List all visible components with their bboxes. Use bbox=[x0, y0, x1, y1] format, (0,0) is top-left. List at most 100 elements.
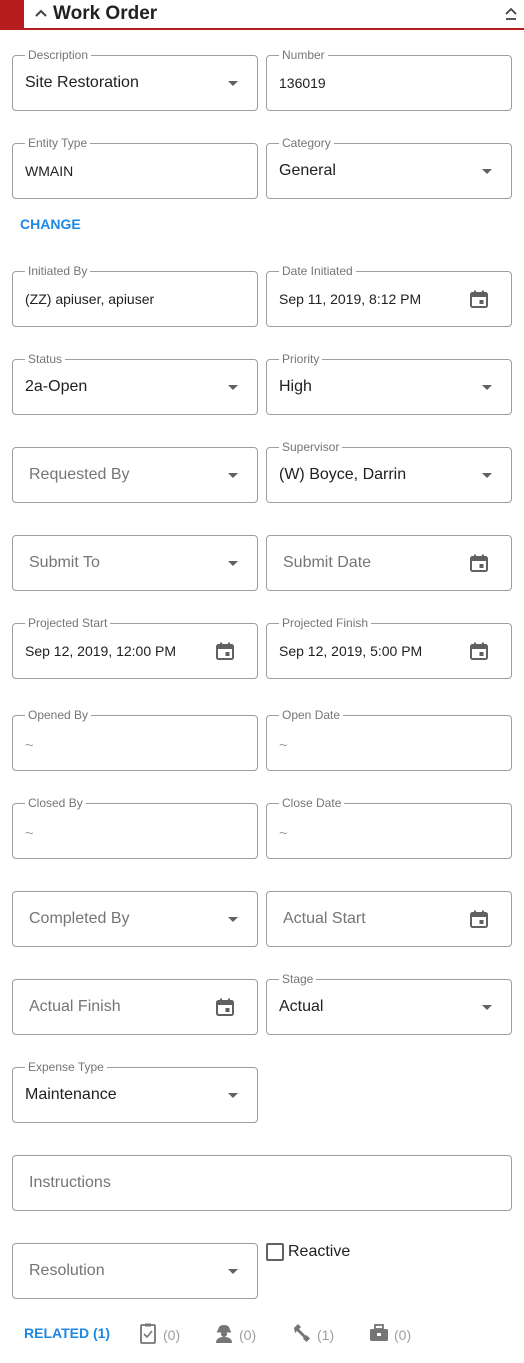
stage-value: Actual bbox=[279, 998, 324, 1015]
expense-type-label: Expense Type bbox=[25, 1060, 107, 1074]
header-accent bbox=[0, 0, 24, 28]
initiated-by-field[interactable]: Initiated By (ZZ) apiuser, apiuser bbox=[12, 264, 258, 327]
calendar-icon[interactable] bbox=[469, 289, 489, 309]
opened-by-value: ~ bbox=[25, 737, 34, 754]
expense-type-value: Maintenance bbox=[25, 1086, 117, 1103]
entity-type-label: Entity Type bbox=[25, 136, 91, 150]
number-label: Number bbox=[279, 48, 328, 62]
wrench-icon bbox=[294, 1324, 311, 1343]
toolbox-icon bbox=[370, 1324, 388, 1341]
initiated-by-label: Initiated By bbox=[25, 264, 91, 278]
close-date-value: ~ bbox=[279, 825, 288, 842]
materials-count: (0) bbox=[394, 1327, 412, 1343]
equipment-count: (1) bbox=[317, 1327, 335, 1343]
close-date-label: Close Date bbox=[279, 796, 345, 810]
arrow-drop-down-icon bbox=[482, 385, 492, 390]
closed-by-field: Closed By ~ bbox=[12, 796, 258, 859]
actual-finish-placeholder: Actual Finish bbox=[29, 998, 121, 1015]
change-button[interactable]: CHANGE bbox=[20, 216, 81, 232]
actual-start-field[interactable]: Actual Start bbox=[266, 891, 512, 947]
instructions-placeholder: Instructions bbox=[29, 1174, 111, 1191]
category-label: Category bbox=[279, 136, 334, 150]
labor-count: (0) bbox=[239, 1327, 257, 1343]
expense-type-select[interactable]: Expense Type Maintenance bbox=[12, 1060, 258, 1123]
closed-by-label: Closed By bbox=[25, 796, 86, 810]
calendar-icon[interactable] bbox=[469, 641, 489, 661]
open-date-field: Open Date ~ bbox=[266, 708, 512, 771]
arrow-drop-down-icon bbox=[228, 385, 238, 390]
opened-by-field: Opened By ~ bbox=[12, 708, 258, 771]
close-date-field: Close Date ~ bbox=[266, 796, 512, 859]
requested-by-select[interactable]: Requested By bbox=[12, 447, 258, 503]
calendar-icon[interactable] bbox=[215, 997, 235, 1017]
submit-to-placeholder: Submit To bbox=[29, 554, 100, 571]
related-button[interactable]: RELATED (1) bbox=[24, 1325, 110, 1341]
supervisor-label: Supervisor bbox=[279, 440, 343, 454]
date-initiated-value: Sep 11, 2019, 8:12 PM bbox=[279, 291, 422, 307]
panel-header: Work Order bbox=[0, 0, 524, 30]
clipboard-icon bbox=[140, 1323, 156, 1344]
completed-by-select[interactable]: Completed By bbox=[12, 891, 258, 947]
description-select[interactable]: Description Site Restoration bbox=[12, 48, 258, 111]
date-initiated-label: Date Initiated bbox=[279, 264, 356, 278]
stage-label: Stage bbox=[279, 972, 317, 986]
priority-select[interactable]: Priority High bbox=[266, 352, 512, 415]
requested-by-placeholder: Requested By bbox=[29, 466, 130, 483]
related-footer: RELATED (1) (0) (0) (1) (0) bbox=[0, 1318, 524, 1350]
arrow-drop-down-icon bbox=[228, 1269, 238, 1274]
date-initiated-field[interactable]: Date Initiated Sep 11, 2019, 8:12 PM bbox=[266, 264, 512, 327]
actual-start-placeholder: Actual Start bbox=[283, 910, 366, 927]
chevron-up-icon[interactable] bbox=[34, 6, 48, 20]
instructions-field[interactable]: Instructions bbox=[12, 1155, 512, 1211]
arrow-drop-down-icon bbox=[228, 917, 238, 922]
projected-finish-field[interactable]: Projected Finish Sep 12, 2019, 5:00 PM bbox=[266, 616, 512, 679]
projected-finish-label: Projected Finish bbox=[279, 616, 372, 630]
projected-finish-value: Sep 12, 2019, 5:00 PM bbox=[279, 643, 423, 659]
open-date-value: ~ bbox=[279, 737, 288, 754]
open-date-label: Open Date bbox=[279, 708, 344, 722]
checkbox-box[interactable] bbox=[266, 1243, 284, 1261]
arrow-drop-down-icon bbox=[228, 561, 238, 566]
projected-start-value: Sep 12, 2019, 12:00 PM bbox=[25, 643, 176, 659]
category-select[interactable]: Category General bbox=[266, 136, 512, 199]
priority-label: Priority bbox=[279, 352, 323, 366]
status-value: 2a-Open bbox=[25, 378, 88, 395]
description-label: Description bbox=[25, 48, 92, 62]
projected-start-label: Projected Start bbox=[25, 616, 111, 630]
entity-type-value: WMAIN bbox=[25, 163, 74, 179]
worker-icon bbox=[216, 1325, 232, 1343]
arrow-drop-down-icon bbox=[228, 1093, 238, 1098]
arrow-drop-down-icon bbox=[482, 1005, 492, 1010]
arrow-drop-down-icon bbox=[228, 81, 238, 86]
panel-title: Work Order bbox=[53, 3, 158, 24]
reactive-label: Reactive bbox=[288, 1243, 351, 1260]
submit-to-select[interactable]: Submit To bbox=[12, 535, 258, 591]
calendar-icon[interactable] bbox=[215, 641, 235, 661]
completed-by-placeholder: Completed By bbox=[29, 910, 130, 927]
resolution-placeholder: Resolution bbox=[29, 1262, 105, 1279]
number-value: 136019 bbox=[279, 75, 326, 91]
actual-finish-field[interactable]: Actual Finish bbox=[12, 979, 258, 1035]
calendar-icon[interactable] bbox=[469, 909, 489, 929]
calendar-icon[interactable] bbox=[469, 553, 489, 573]
entity-type-field[interactable]: Entity Type WMAIN bbox=[12, 136, 258, 199]
tasks-count: (0) bbox=[163, 1327, 181, 1343]
status-select[interactable]: Status 2a-Open bbox=[12, 352, 258, 415]
submit-date-placeholder: Submit Date bbox=[283, 554, 372, 571]
opened-by-label: Opened By bbox=[25, 708, 92, 722]
resolution-select[interactable]: Resolution bbox=[12, 1243, 258, 1299]
projected-start-field[interactable]: Projected Start Sep 12, 2019, 12:00 PM bbox=[12, 616, 258, 679]
stage-select[interactable]: Stage Actual bbox=[266, 972, 512, 1035]
number-field[interactable]: Number 136019 bbox=[266, 48, 512, 111]
category-value: General bbox=[279, 162, 336, 179]
collapse-icon[interactable] bbox=[504, 6, 518, 22]
closed-by-value: ~ bbox=[25, 825, 34, 842]
priority-value: High bbox=[279, 378, 312, 395]
submit-date-field[interactable]: Submit Date bbox=[266, 535, 512, 591]
arrow-drop-down-icon bbox=[482, 169, 492, 174]
supervisor-value: (W) Boyce, Darrin bbox=[279, 466, 407, 483]
supervisor-select[interactable]: Supervisor (W) Boyce, Darrin bbox=[266, 440, 512, 503]
arrow-drop-down-icon bbox=[482, 473, 492, 478]
status-label: Status bbox=[25, 352, 66, 366]
description-value: Site Restoration bbox=[25, 74, 139, 91]
